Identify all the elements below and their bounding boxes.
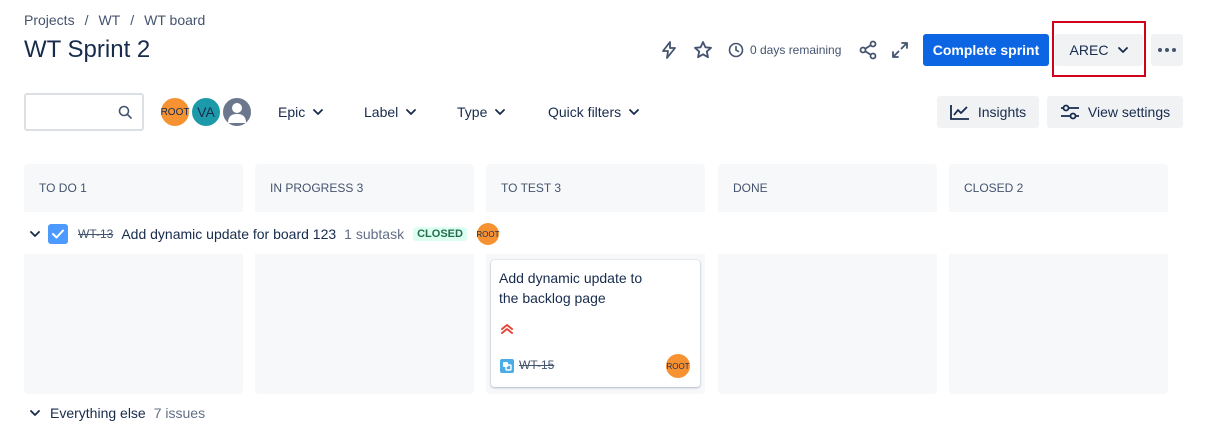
avatar-unassigned[interactable] [221,96,253,128]
user-icon [228,103,246,123]
breadcrumb: Projects / WT / WT board [24,12,205,28]
card-issue-key[interactable]: WT-15 [519,358,554,372]
insights-button[interactable]: Insights [937,96,1039,128]
clock-icon [728,42,744,58]
breadcrumb-projects[interactable]: Projects [24,12,75,28]
chevron-down-icon [629,109,640,115]
column-header-done: DONE [718,164,937,212]
issue-count: 7 issues [153,405,206,421]
breadcrumb-board[interactable]: WT board [144,12,205,28]
avatar-root[interactable]: ROOT [159,96,191,128]
settings-sliders-icon [1060,104,1079,120]
star-icon[interactable] [691,38,715,62]
label-filter-label: Label [364,104,399,120]
priority-highest-icon [501,324,513,334]
everything-else-label: Everything else [50,405,146,421]
column-header-closed: CLOSED 2 [949,164,1168,212]
issue-card[interactable]: Add dynamic update to the backlog page W… [491,260,700,387]
quick-filters[interactable]: Quick filters [548,100,640,124]
card-assignee-avatar[interactable]: ROOT [666,354,690,378]
chevron-down-icon [1118,47,1129,53]
column-body-todo [24,254,243,394]
card-title: Add dynamic update to the backlog page [499,270,643,306]
swimlane-title: Add dynamic update for board 123 [121,226,337,242]
chevron-down-icon [313,109,324,115]
expand-icon[interactable] [888,38,912,62]
insights-label: Insights [977,104,1027,120]
view-settings-button[interactable]: View settings [1047,96,1183,128]
column-body-closed [949,254,1168,394]
type-filter[interactable]: Type [457,100,506,124]
epic-filter-label: Epic [278,104,306,120]
breadcrumb-separator: / [84,12,89,28]
share-icon[interactable] [856,38,880,62]
chevron-down-icon [406,109,417,115]
complete-sprint-button[interactable]: Complete sprint [923,34,1049,66]
chevron-down-icon [30,410,40,416]
subtask-count: 1 subtask [344,226,405,242]
subtask-type-icon [500,359,514,373]
column-body-in-progress [255,254,474,394]
avatar-va[interactable]: VA [190,96,222,128]
page-title: WT Sprint 2 [24,36,151,63]
task-type-icon [48,224,68,244]
breadcrumb-separator: / [130,12,135,28]
epic-filter[interactable]: Epic [278,100,324,124]
issue-key[interactable]: WT-13 [78,227,113,241]
everything-else-swimlane[interactable]: Everything else 7 issues [30,405,205,421]
days-remaining-text: 0 days remaining [750,43,842,57]
assignee-avatar: ROOT [476,223,500,245]
type-filter-label: Type [457,104,488,120]
sprint-days-remaining[interactable]: 0 days remaining [728,39,841,61]
chevron-down-icon[interactable] [30,231,40,237]
view-settings-label: View settings [1087,104,1171,120]
chart-trend-icon [949,105,969,120]
more-icon [1158,48,1176,52]
swimlane-header[interactable]: WT-13 Add dynamic update for board 123 1… [30,222,500,246]
label-filter[interactable]: Label [364,100,417,124]
breadcrumb-project[interactable]: WT [98,12,120,28]
quick-filters-label: Quick filters [548,104,622,120]
column-header-in-progress: IN PROGRESS 3 [255,164,474,212]
column-header-to-test: TO TEST 3 [486,164,705,212]
group-by-value: AREC [1069,42,1109,58]
search-input[interactable] [34,95,120,129]
column-header-todo: TO DO 1 [24,164,243,212]
column-body-done [718,254,937,394]
automation-icon[interactable] [657,38,681,62]
search-field[interactable] [24,93,144,131]
more-actions-button[interactable] [1151,34,1183,66]
search-icon [118,105,132,119]
status-badge: CLOSED [413,227,467,241]
chevron-down-icon [495,109,506,115]
group-by-select[interactable]: AREC [1055,34,1143,66]
